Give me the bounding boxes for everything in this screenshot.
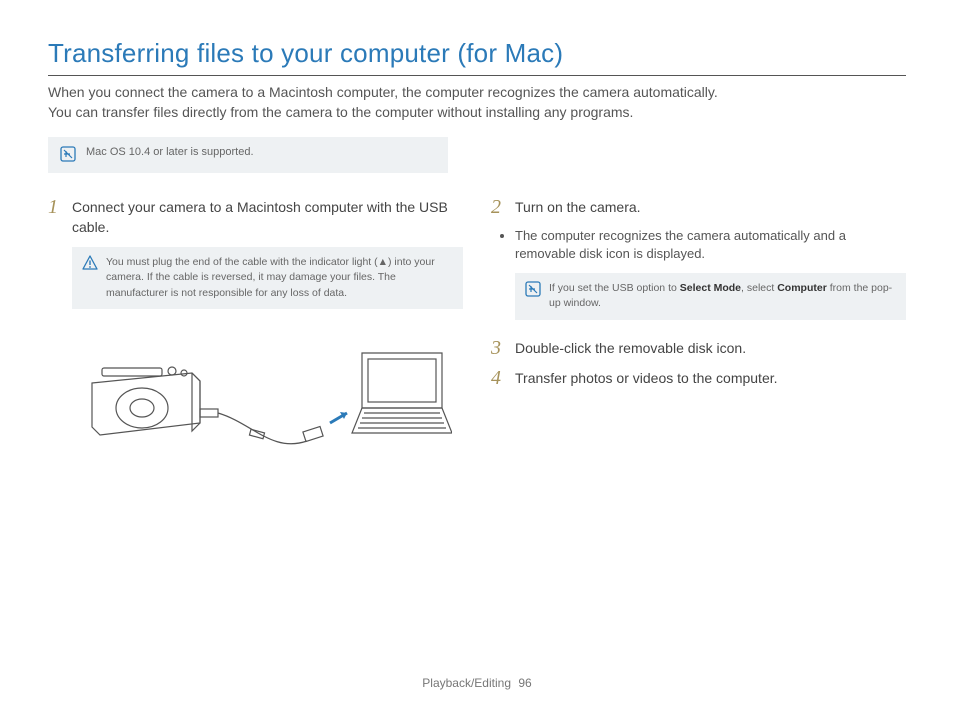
top-note-box: Mac OS 10.4 or later is supported. <box>48 137 448 173</box>
step-3-text: Double-click the removable disk icon. <box>515 338 746 358</box>
step-2-bullets: The computer recognizes the camera autom… <box>515 227 906 263</box>
usb-note-b2: Computer <box>777 282 827 294</box>
step-4-text: Transfer photos or videos to the compute… <box>515 368 778 388</box>
warning-text: You must plug the end of the cable with … <box>106 255 453 301</box>
step-2: 2 Turn on the camera. <box>491 197 906 217</box>
usb-note-box: If you set the USB option to Select Mode… <box>515 273 906 319</box>
intro-line-1: When you connect the camera to a Macinto… <box>48 82 906 102</box>
usb-note-b1: Select Mode <box>680 282 741 294</box>
right-column: 2 Turn on the camera. The computer recog… <box>491 197 906 473</box>
step-1-text: Connect your camera to a Macintosh compu… <box>72 197 463 238</box>
step-3: 3 Double-click the removable disk icon. <box>491 338 906 358</box>
step-1: 1 Connect your camera to a Macintosh com… <box>48 197 463 238</box>
warning-box: You must plug the end of the cable with … <box>72 247 463 309</box>
usb-note-mid: , select <box>741 282 777 294</box>
footer-section: Playback/Editing <box>422 676 511 690</box>
page-footer: Playback/Editing 96 <box>0 676 954 690</box>
step-2-bullet-1: The computer recognizes the camera autom… <box>515 227 906 263</box>
top-note-text: Mac OS 10.4 or later is supported. <box>86 145 254 160</box>
usb-note-text: If you set the USB option to Select Mode… <box>549 281 896 311</box>
note-icon <box>60 146 76 165</box>
step-4: 4 Transfer photos or videos to the compu… <box>491 368 906 388</box>
page-title: Transferring files to your computer (for… <box>48 38 906 69</box>
warning-icon <box>82 255 98 274</box>
step-2-text: Turn on the camera. <box>515 197 641 217</box>
intro-text: When you connect the camera to a Macinto… <box>48 82 906 123</box>
left-column: 1 Connect your camera to a Macintosh com… <box>48 197 463 473</box>
step-number-3: 3 <box>491 338 505 358</box>
footer-page-number: 96 <box>518 676 531 690</box>
usb-note-pre: If you set the USB option to <box>549 282 680 294</box>
title-rule <box>48 75 906 76</box>
connection-diagram <box>72 323 452 473</box>
step-number-1: 1 <box>48 197 62 217</box>
step-number-4: 4 <box>491 368 505 388</box>
intro-line-2: You can transfer files directly from the… <box>48 102 906 122</box>
step-number-2: 2 <box>491 197 505 217</box>
note-icon <box>525 281 541 300</box>
